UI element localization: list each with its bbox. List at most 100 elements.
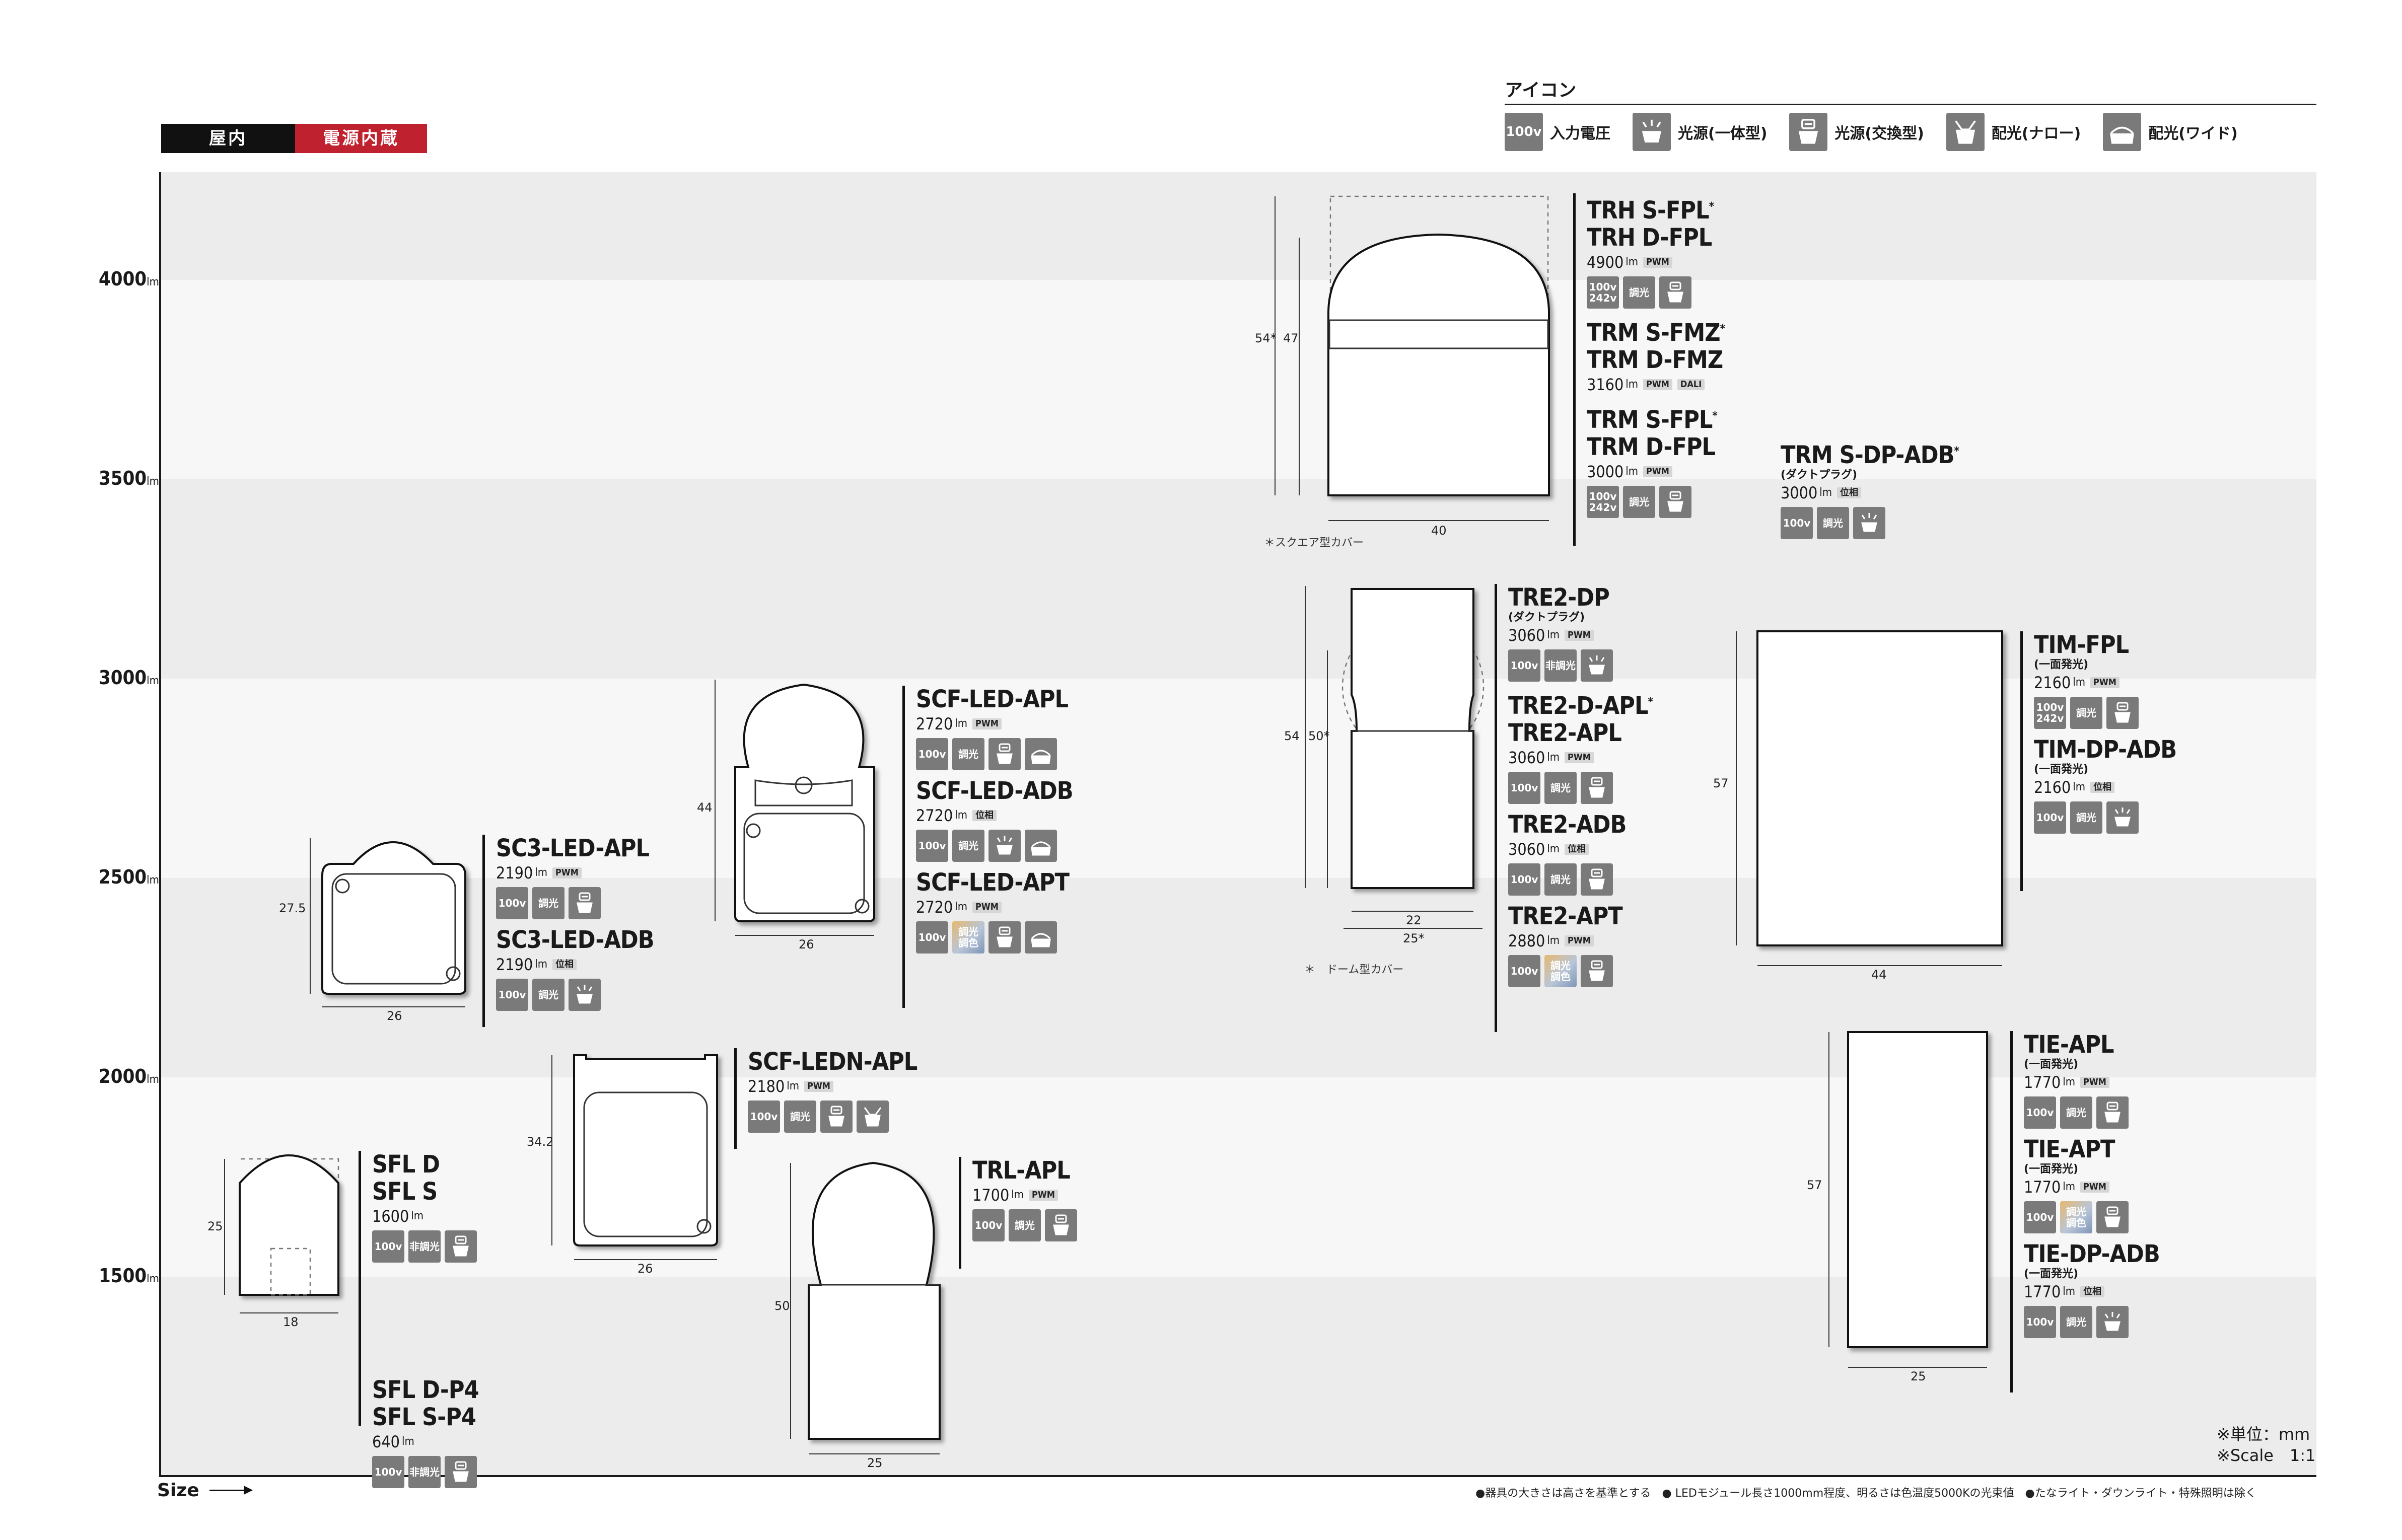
- spec-icon: 調光: [1009, 1209, 1041, 1241]
- footer-note: ●器具の大きさは高さを基準とする ● LEDモジュール長さ1000mm程度、明る…: [1475, 1487, 2256, 1500]
- lumen-value: 1770: [2024, 1282, 2061, 1301]
- product-subtitle: (ダクトプラグ): [1508, 611, 1585, 624]
- spec-icon: 非調光: [408, 1456, 441, 1488]
- control-badge: 位相: [552, 959, 577, 970]
- legend-item: 100v 入力電圧: [1505, 113, 1610, 151]
- lamp-replaceable-icon: [569, 887, 601, 919]
- tag-builtin-power: 電源内蔵: [295, 124, 427, 153]
- lumen-value: 3000: [1587, 462, 1624, 481]
- lumen-unit: lm: [535, 958, 548, 971]
- product-icons: 100v 非調光: [372, 1456, 481, 1488]
- spec-icon: 100v: [916, 921, 948, 954]
- control-badge: PWM: [2080, 1182, 2109, 1193]
- control-badge: 位相: [1837, 487, 1862, 498]
- control-badge: PWM: [552, 867, 582, 878]
- dim-trl-height: 50: [774, 1299, 790, 1313]
- product-entry: SFL D-P4 SFL S-P4 640 lm 100v 非調光: [372, 1376, 481, 1488]
- lumen-band: [160, 1077, 2316, 1277]
- lamp-replaceable-icon: [988, 921, 1021, 954]
- lamp-replaceable-icon: [1581, 772, 1613, 804]
- y-tick-label: 2000lm: [99, 1065, 159, 1087]
- y-axis-line: [159, 172, 161, 1477]
- lamp-replaceable-icon: [1659, 486, 1691, 518]
- lamp-replaceable-icon: [1789, 113, 1828, 151]
- product-entry: TRE2-APT 2880 lm PWM 100v 調光 調色: [1508, 903, 1653, 987]
- spec-icon: 100v: [372, 1230, 404, 1263]
- dim-scf-width: 26: [799, 937, 814, 951]
- legend-item: 配光(ナロー): [1946, 113, 2081, 151]
- y-tick-unit: lm: [147, 275, 159, 288]
- lamp-integrated-icon: [988, 830, 1021, 862]
- product-name: TRE2-ADB: [1508, 811, 1627, 839]
- spec-icon: 100v: [2024, 1096, 2056, 1129]
- control-badge: PWM: [1643, 379, 1672, 390]
- product-name: SFL S: [372, 1178, 438, 1206]
- spec-icon: 調光: [2060, 1306, 2092, 1338]
- lamp-replaceable-icon: [2096, 1096, 2129, 1129]
- product-name: TRE2-D-APL*: [1508, 692, 1653, 720]
- control-badge: 位相: [1565, 844, 1589, 855]
- product-name: TIE-DP-ADB: [2024, 1240, 2160, 1268]
- product-lumen: 1770 lm PWM: [2024, 1176, 2160, 1198]
- product-icons: 100v 調光: [1508, 863, 1653, 896]
- product-entry: SCF-LED-ADB 2720 lm 位相 100v 調光: [916, 777, 1074, 862]
- product-group-tim: TIM-FPL (一面発光) 2160 lm PWM 100v 242v 調光 TIM-DP-A…: [2020, 631, 2177, 891]
- spec-icon: 100v 242v: [1587, 276, 1619, 309]
- spec-icon: 100v: [1508, 955, 1540, 987]
- lamp-replaceable-icon: [988, 738, 1021, 770]
- lumen-value: 4900: [1587, 253, 1624, 272]
- lumen-unit: lm: [401, 1435, 414, 1448]
- size-axis-label: Size: [157, 1480, 253, 1501]
- product-name: SCF-LEDN-APL: [748, 1048, 917, 1076]
- lumen-value: 2190: [496, 863, 533, 883]
- product-icons: 100v 調光: [2024, 1306, 2160, 1338]
- product-name: TIE-APL: [2024, 1031, 2114, 1059]
- product-subtitle: (一面発光): [2024, 1163, 2079, 1176]
- product-icons: 100v 調光: [496, 979, 654, 1011]
- spec-icon: 100v: [916, 830, 948, 862]
- product-entry: TRE2-DP (ダクトプラグ) 3060 lm PWM 100v 非調光: [1508, 584, 1653, 682]
- legend-label: 配光(ワイド): [2148, 125, 2238, 142]
- lumen-value: 3060: [1508, 840, 1545, 859]
- lamp-replaceable-icon: [820, 1101, 853, 1133]
- unit-note: ※単位：mm ※Scale 1:1: [2217, 1424, 2315, 1466]
- lumen-unit: lm: [2073, 781, 2086, 793]
- y-tick-value: 3500: [99, 467, 147, 489]
- dim-scfn-height: 34.2: [527, 1135, 554, 1149]
- product-entry: TIE-APT (一面発光) 1770 lm PWM 100v 調光 調色: [2024, 1136, 2160, 1233]
- lumen-value: 640: [372, 1432, 400, 1451]
- control-badge: PWM: [2080, 1077, 2109, 1088]
- spec-icon: 調光: [1544, 863, 1577, 896]
- spec-icon: 調光 調色: [1544, 955, 1577, 987]
- control-badge: 位相: [972, 810, 997, 821]
- product-subtitle: (ダクトプラグ): [1781, 469, 1858, 481]
- control-badge: PWM: [1565, 630, 1594, 641]
- light-wide-icon: [1025, 830, 1057, 862]
- product-icons: 100v 調光: [496, 887, 654, 919]
- lumen-value: 1700: [972, 1186, 1010, 1205]
- spec-icon: 100v: [916, 738, 948, 770]
- product-entry: TRM S-FPL* TRM D-FPL 3000 lm PWM 100v 242v 調光: [1587, 403, 1725, 518]
- spec-icon: 調光: [952, 830, 984, 862]
- lumen-value: 2720: [916, 714, 953, 734]
- lumen-unit: lm: [535, 866, 548, 879]
- control-badge: PWM: [972, 718, 1002, 729]
- lamp-replaceable-icon: [2106, 697, 2139, 729]
- dim-tre-width: 22: [1406, 913, 1422, 927]
- product-entry: TRL-APL 1700 lm PWM 100v 調光: [972, 1157, 1081, 1241]
- product-group-scf-ledn: SCF-LEDN-APL 2180 lm PWM 100v 調光: [734, 1048, 917, 1149]
- spec-icon: 100v: [1508, 863, 1540, 896]
- lumen-unit: lm: [1819, 486, 1832, 499]
- product-lumen: 2160 lm PWM: [2034, 672, 2176, 694]
- product-subtitle: (一面発光): [2034, 658, 2089, 671]
- control-badge: PWM: [1643, 257, 1672, 268]
- product-entry: TIM-DP-ADB (一面発光) 2160 lm 位相 100v 調光: [2034, 736, 2177, 834]
- lamp-replaceable-icon: [1659, 276, 1691, 309]
- product-entry: SCF-LED-APL 2720 lm PWM 100v 調光: [916, 686, 1073, 770]
- control-badge: 位相: [2080, 1286, 2105, 1297]
- product-name: SCF-LED-ADB: [916, 777, 1074, 805]
- product-group-sfl: SFL D SFL S 1600 lm 100v 非調光 SFL D-P4 SFL S-P4 6…: [359, 1151, 481, 1488]
- y-tick-value: 2000: [99, 1065, 147, 1087]
- product-subtitle: (一面発光): [2024, 1268, 2079, 1280]
- product-lumen: 3060 lm PWM: [1508, 624, 1653, 646]
